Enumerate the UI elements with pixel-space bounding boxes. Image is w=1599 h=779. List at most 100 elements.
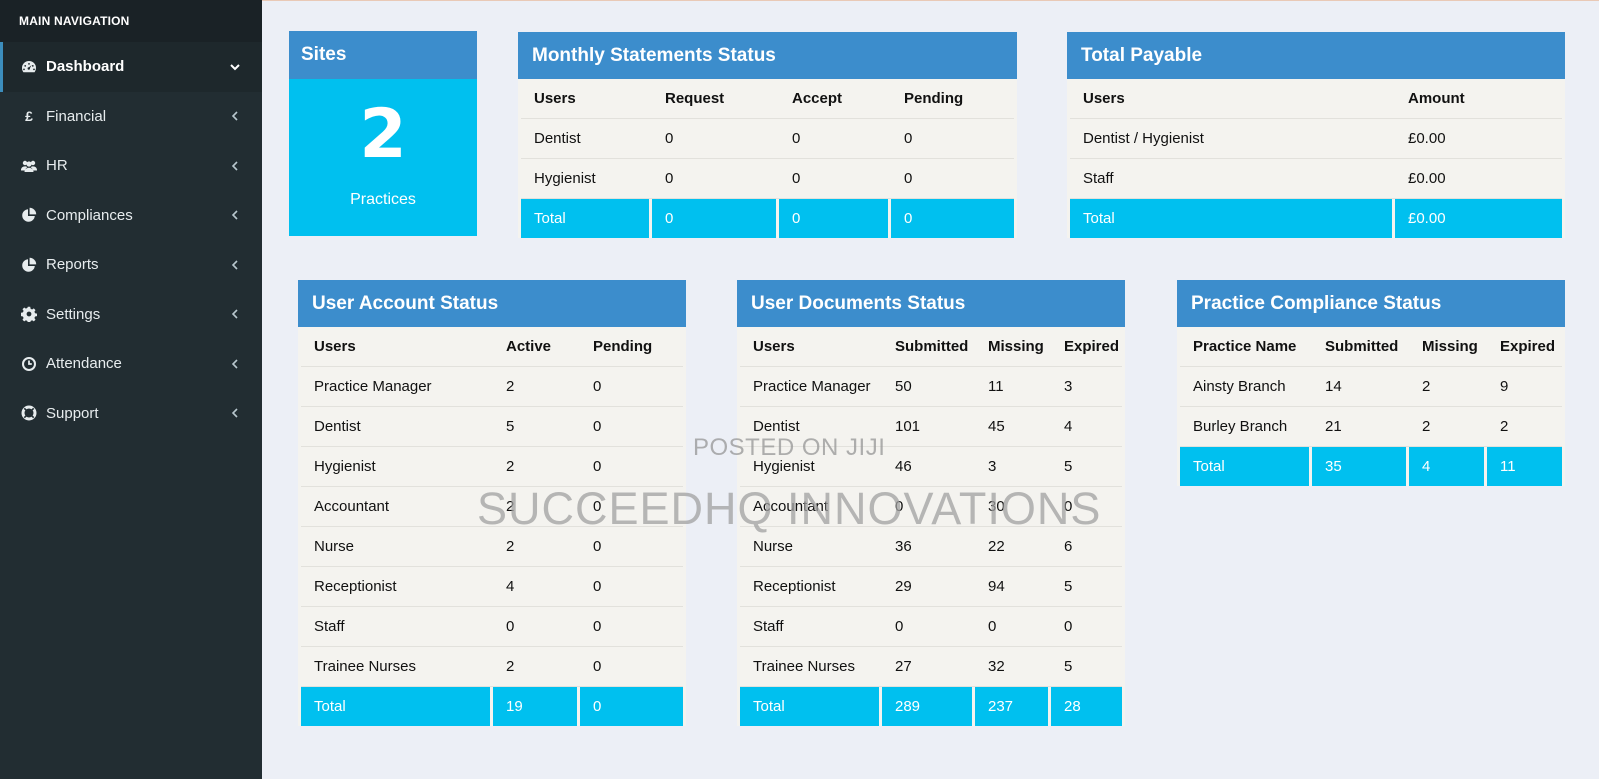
sidebar: MAIN NAVIGATION Dashboard £ Financial HR…	[0, 0, 262, 779]
total-cell: 4	[1409, 447, 1487, 486]
total-cell: Total	[521, 199, 652, 238]
table-cell: 6	[1051, 527, 1122, 567]
table-row: Practice Manager 2 0	[301, 367, 683, 407]
nav-item-financial[interactable]: £ Financial	[0, 92, 262, 142]
table-row: Staff 0 0	[301, 607, 683, 647]
table-cell: 50	[882, 367, 975, 407]
column-header: Submitted	[1312, 327, 1409, 367]
gear-icon	[21, 306, 37, 323]
table-cell: 5	[1051, 447, 1122, 487]
sites-card: Sites 2 Practices	[289, 31, 477, 236]
total-cell: 0	[652, 199, 779, 238]
table-cell: Nurse	[740, 527, 882, 567]
column-header: Active	[493, 327, 580, 367]
table-header-row: Users Amount	[1070, 79, 1562, 119]
table-cell: 0	[975, 607, 1051, 647]
table-cell: Dentist / Hygienist	[1070, 119, 1395, 159]
monthly-statements-card: Monthly Statements Status Users Request …	[518, 32, 1017, 238]
table-cell: Nurse	[301, 527, 493, 567]
table-cell: Dentist	[301, 407, 493, 447]
table-row: Receptionist 4 0	[301, 567, 683, 607]
table-cell: 2	[1409, 407, 1487, 447]
table-row: Hygienist 0 0 0	[521, 159, 1014, 199]
column-header: Missing	[975, 327, 1051, 367]
table-row: Burley Branch 21 2 2	[1180, 407, 1562, 447]
total-cell: 35	[1312, 447, 1409, 486]
practice-compliance-status-card: Practice Compliance Status Practice Name…	[1177, 280, 1565, 486]
table-cell: 3	[975, 447, 1051, 487]
sites-body: 2 Practices	[289, 79, 477, 236]
top-border	[262, 0, 1599, 1]
table-cell: Ainsty Branch	[1180, 367, 1312, 407]
chevron-left-icon	[231, 309, 238, 319]
total-cell: Total	[1070, 199, 1395, 238]
users-icon	[21, 158, 37, 174]
table-row: Trainee Nurses 2 0	[301, 647, 683, 687]
table-header-row: Users Request Accept Pending	[521, 79, 1014, 119]
nav-item-hr[interactable]: HR	[0, 141, 262, 191]
nav-label-settings: Settings	[46, 305, 101, 323]
table-cell: 5	[493, 407, 580, 447]
user-documents-status-title: User Documents Status	[737, 280, 1125, 327]
table-cell: 2	[493, 367, 580, 407]
column-header: Practice Name	[1180, 327, 1312, 367]
nav-item-reports[interactable]: Reports	[0, 240, 262, 290]
table-cell: Hygienist	[301, 447, 493, 487]
sites-count: 2	[359, 95, 407, 174]
total-payable-card: Total Payable Users Amount Dentist / Hyg…	[1067, 32, 1565, 238]
pound-icon: £	[25, 108, 33, 125]
table-cell: 0	[580, 487, 683, 527]
table-cell: 0	[580, 447, 683, 487]
table-cell: Staff	[301, 607, 493, 647]
table-cell: 2	[1487, 407, 1562, 447]
column-header: Request	[652, 79, 779, 119]
total-cell: Total	[301, 687, 493, 726]
table-cell: 94	[975, 567, 1051, 607]
table-cell: 0	[580, 607, 683, 647]
dashboard-icon	[21, 59, 37, 75]
nav-item-dashboard[interactable]: Dashboard	[0, 42, 262, 92]
table-cell: 2	[493, 647, 580, 687]
nav-header: MAIN NAVIGATION	[0, 0, 262, 42]
total-cell: 237	[975, 687, 1051, 726]
chevron-left-icon	[231, 111, 238, 121]
table-row: Nurse 2 0	[301, 527, 683, 567]
total-cell: 19	[493, 687, 580, 726]
total-cell: £0.00	[1395, 199, 1562, 238]
table-cell: 0	[493, 607, 580, 647]
table-cell: 0	[891, 119, 1014, 159]
nav-item-compliances[interactable]: Compliances	[0, 191, 262, 241]
table-header-row: Practice Name Submitted Missing Expired	[1180, 327, 1562, 367]
table-cell: 3	[1051, 367, 1122, 407]
table-cell: 0	[580, 647, 683, 687]
sites-label: Practices	[350, 191, 416, 208]
chevron-left-icon	[231, 408, 238, 418]
nav-label-dashboard: Dashboard	[46, 58, 125, 76]
total-cell: 289	[882, 687, 975, 726]
table-cell: 22	[975, 527, 1051, 567]
table-cell: £0.00	[1395, 119, 1562, 159]
table-cell: 0	[779, 159, 891, 199]
total-cell: Total	[1180, 447, 1312, 486]
table-cell: 11	[975, 367, 1051, 407]
column-header: Users	[301, 327, 493, 367]
total-row: Total 19 0	[301, 687, 683, 726]
table-cell: 5	[1051, 647, 1122, 687]
table-row: Staff 0 0 0	[740, 607, 1122, 647]
column-header: Users	[1070, 79, 1395, 119]
column-header: Submitted	[882, 327, 975, 367]
table-row: Practice Manager 50 11 3	[740, 367, 1122, 407]
nav-item-attendance[interactable]: Attendance	[0, 339, 262, 389]
table-cell: 0	[882, 487, 975, 527]
nav-label-reports: Reports	[46, 256, 99, 274]
chevron-down-icon	[230, 64, 240, 71]
nav-item-settings[interactable]: Settings	[0, 290, 262, 340]
table-cell: 30	[975, 487, 1051, 527]
total-row: Total 289 237 28	[740, 687, 1122, 726]
nav-item-support[interactable]: Support	[0, 389, 262, 439]
table-cell: Hygienist	[740, 447, 882, 487]
column-header: Amount	[1395, 79, 1562, 119]
total-cell: 28	[1051, 687, 1122, 726]
table-cell: £0.00	[1395, 159, 1562, 199]
total-payable-title: Total Payable	[1067, 32, 1565, 79]
